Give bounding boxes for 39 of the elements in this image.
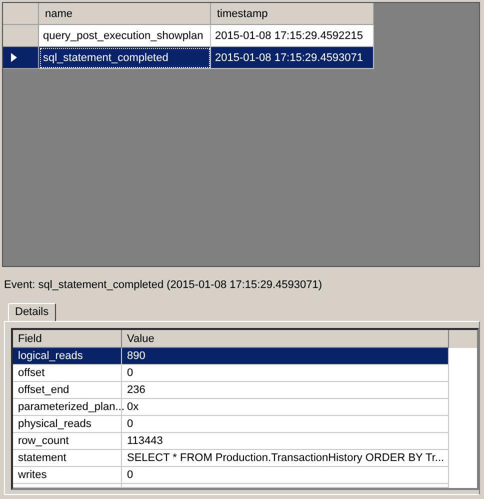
table-cell: row_count <box>13 433 122 450</box>
table-cell: 890 <box>122 348 449 365</box>
table-cell: 0 <box>122 416 449 433</box>
table-cell: 0 <box>122 467 449 484</box>
row-pointer-icon <box>11 53 17 62</box>
table-cell: 0 <box>122 365 449 382</box>
table-cell: logical_reads <box>13 348 122 365</box>
table-cell: offset_end <box>13 382 122 399</box>
column-header[interactable]: Value <box>122 330 449 348</box>
column-header[interactable]: Field <box>13 330 122 348</box>
table-cell: query_post_execution_showplan <box>39 25 211 47</box>
details-row[interactable]: offset 0 <box>13 365 477 382</box>
table-cell: sql_statement_completed <box>39 47 211 69</box>
table-cell: physical_reads <box>13 416 122 433</box>
table-cell: writes <box>13 467 122 484</box>
table-cell: 113443 <box>122 433 449 450</box>
table-cell: 0x <box>122 399 449 416</box>
table-cell: offset <box>13 365 122 382</box>
column-header[interactable]: name <box>39 3 211 25</box>
column-header[interactable]: timestamp <box>211 3 374 25</box>
row-header-corner <box>3 3 39 25</box>
event-row[interactable]: sql_statement_completed 2015-01-08 17:15:29.4593071 <box>3 47 374 69</box>
details-row[interactable]: parameterized_plan... 0x <box>13 399 477 416</box>
details-row[interactable]: statement SELECT * FROM Production.TransactionHistory ORDER BY Tr... <box>13 450 477 467</box>
table-cell: 236 <box>122 382 449 399</box>
event-row[interactable]: query_post_execution_showplan 2015-01-08 17:15:29.4592215 <box>3 25 374 47</box>
table-cell: SELECT * FROM Production.TransactionHistory ORDER BY Tr... <box>122 450 449 467</box>
details-row[interactable]: offset_end 236 <box>13 382 477 399</box>
event-title: Event: sql_statement_completed (2015-01-08 17:15:29.4593071) <box>4 279 323 293</box>
table-cell: parameterized_plan... <box>13 399 122 416</box>
details-row[interactable]: writes 0 <box>13 467 477 484</box>
details-row[interactable]: logical_reads 890 <box>13 348 477 365</box>
row-header[interactable] <box>3 47 39 69</box>
table-cell: 2015-01-08 17:15:29.4593071 <box>211 47 374 69</box>
details-row[interactable]: physical_reads 0 <box>13 416 477 433</box>
details-row[interactable]: row_count 113443 <box>13 433 477 450</box>
table-cell: statement <box>13 450 122 467</box>
table-cell: 2015-01-08 17:15:29.4592215 <box>211 25 374 47</box>
tab[interactable]: Details <box>8 303 56 321</box>
